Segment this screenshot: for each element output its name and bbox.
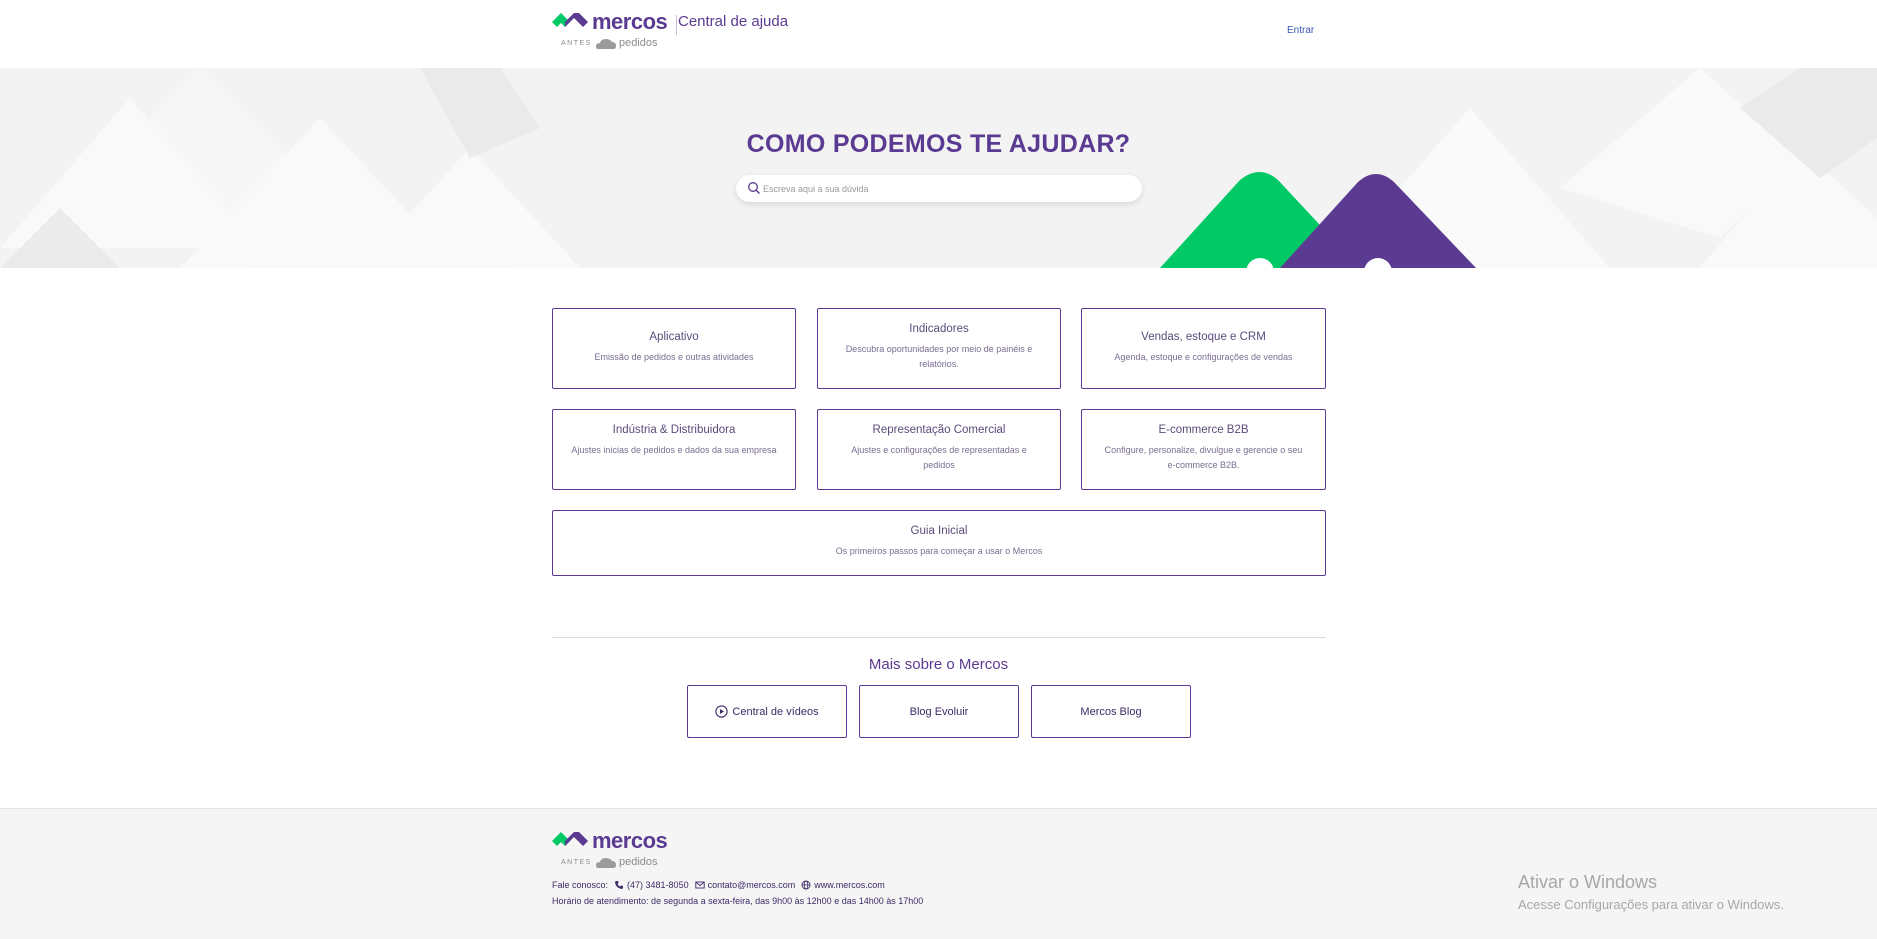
category-description: Descubra oportunidades por meio de painé… bbox=[845, 344, 1033, 369]
help-center-title: Central de ajuda bbox=[678, 13, 789, 30]
category-title: Indicadores bbox=[909, 323, 969, 335]
hero-heading: COMO PODEMOS TE AJUDAR? bbox=[746, 130, 1131, 158]
email-icon bbox=[694, 881, 705, 889]
brand-wordmark: mercos bbox=[592, 9, 668, 34]
search-box[interactable] bbox=[736, 175, 1142, 202]
hero-banner: COMO PODEMOS TE AJUDAR? bbox=[0, 68, 1877, 268]
category-card-vendas-estoque-crm[interactable]: Vendas, estoque e CRM Agenda, estoque e … bbox=[1081, 308, 1326, 389]
category-description: Configure, personalize, divulgue e geren… bbox=[1104, 445, 1303, 470]
category-description: Ajustes inicias de pedidos e dados da su… bbox=[571, 445, 777, 455]
footer-mercos-logo[interactable]: mercos ANTES pedidos bbox=[552, 828, 672, 871]
category-card-ecommerce-b2b[interactable]: E-commerce B2B Configure, personalize, d… bbox=[1081, 409, 1326, 490]
antes-label: ANTES bbox=[561, 40, 592, 47]
mercos-logo-mark-icon bbox=[552, 832, 588, 846]
mercos-logo-mark-icon bbox=[552, 13, 588, 27]
website-link[interactable]: www.mercos.com bbox=[814, 880, 885, 890]
category-title: Guia Inicial bbox=[910, 525, 968, 537]
blog-evoluir-button[interactable]: Blog Evoluir bbox=[859, 685, 1019, 738]
mercos-blog-label: Mercos Blog bbox=[1080, 705, 1142, 718]
phone-number[interactable]: (47) 3481-8050 bbox=[627, 880, 689, 890]
contact-line: Fale conosco: (47) 3481-8050 contato@mer… bbox=[552, 880, 891, 890]
category-description: Ajustes e configurações de representadas… bbox=[851, 445, 1027, 470]
category-description: Os primeiros passos para começar a usar … bbox=[835, 546, 1043, 556]
phone-icon bbox=[615, 881, 624, 889]
formerly-pedidos-label: pedidos bbox=[619, 37, 658, 49]
windows-activation-subtitle: Acesse Configurações para ativar o Windo… bbox=[1518, 897, 1784, 912]
contact-label: Fale conosco: bbox=[552, 880, 609, 890]
hero-background-pattern bbox=[0, 68, 1877, 268]
category-description: Agenda, estoque e configurações de venda… bbox=[1114, 352, 1293, 362]
category-description: Emissão de pedidos e outras atividades bbox=[594, 352, 754, 362]
formerly-pedidos-label: pedidos bbox=[619, 856, 658, 868]
video-center-button[interactable]: Central de vídeos bbox=[687, 685, 847, 738]
login-link[interactable]: Entrar bbox=[1287, 25, 1314, 36]
section-divider bbox=[552, 637, 1326, 638]
category-card-representacao-comercial[interactable]: Representação Comercial Ajustes e config… bbox=[817, 409, 1061, 490]
category-card-aplicativo[interactable]: Aplicativo Emissão de pedidos e outras a… bbox=[552, 308, 796, 389]
windows-activation-title: Ativar o Windows bbox=[1518, 872, 1658, 892]
mercos-logo[interactable]: mercos ANTES pedidos bbox=[552, 9, 677, 52]
header: mercos ANTES pedidos Central de ajuda En… bbox=[0, 0, 1877, 68]
email-link[interactable]: contato@mercos.com bbox=[708, 880, 796, 890]
category-card-industria-distribuidora[interactable]: Indústria & Distribuidora Ajustes inicia… bbox=[552, 409, 796, 490]
category-card-indicadores[interactable]: Indicadores Descubra oportunidades por m… bbox=[817, 308, 1061, 389]
antes-label: ANTES bbox=[561, 859, 592, 866]
business-hours: Horário de atendimento: de segunda a sex… bbox=[552, 896, 924, 906]
mercos-blog-button[interactable]: Mercos Blog bbox=[1031, 685, 1191, 738]
search-icon bbox=[748, 182, 760, 194]
blog-evoluir-label: Blog Evoluir bbox=[909, 705, 969, 718]
search-input[interactable] bbox=[763, 179, 1123, 198]
category-title: Aplicativo bbox=[649, 331, 699, 343]
globe-icon bbox=[801, 880, 811, 890]
brand-wordmark: mercos bbox=[592, 828, 668, 853]
category-title: E-commerce B2B bbox=[1158, 424, 1249, 436]
play-circle-icon bbox=[715, 705, 729, 718]
category-card-guia-inicial[interactable]: Guia Inicial Os primeiros passos para co… bbox=[552, 510, 1326, 576]
category-title: Representação Comercial bbox=[872, 424, 1006, 436]
more-about-heading: Mais sobre o Mercos bbox=[868, 656, 1009, 673]
logo-separator bbox=[676, 15, 677, 35]
video-center-label: Central de vídeos bbox=[732, 705, 819, 718]
category-title: Vendas, estoque e CRM bbox=[1141, 331, 1266, 343]
category-title: Indústria & Distribuidora bbox=[612, 424, 736, 436]
